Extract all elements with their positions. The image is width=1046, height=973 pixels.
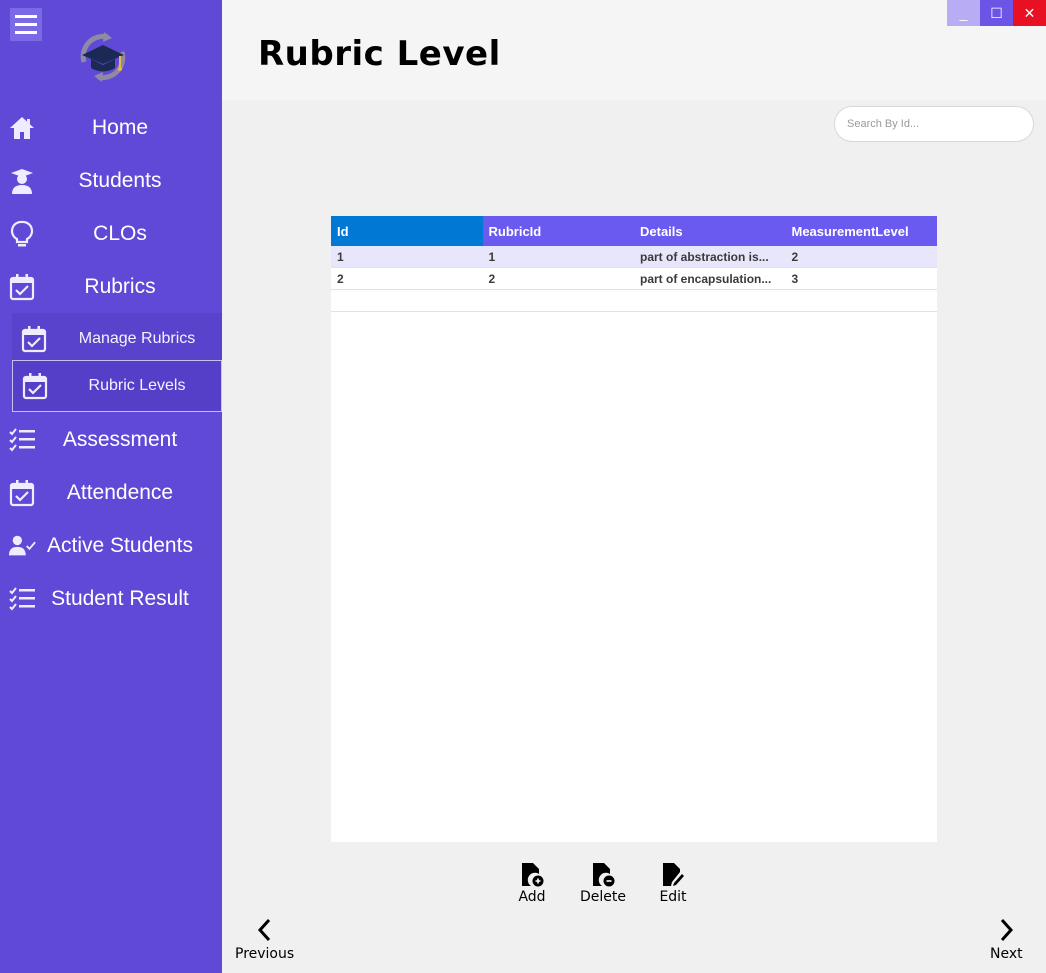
minimize-button[interactable]: _ <box>947 0 980 26</box>
sidebar-subitem-label: Rubric Levels <box>88 377 186 394</box>
sidebar-item-label: Students <box>78 169 162 192</box>
close-button[interactable]: ✕ <box>1013 0 1046 26</box>
column-header-rubricid[interactable]: RubricId <box>483 216 635 246</box>
sidebar-item-label: Home <box>91 116 149 139</box>
previous-button[interactable]: Previous <box>235 918 294 962</box>
hamburger-menu-button[interactable] <box>10 8 42 41</box>
window-controls: _ ☐ ✕ <box>947 0 1046 26</box>
sidebar: Home Students CLOs Rubrics Manage Rubric… <box>0 0 222 973</box>
table-cell: 2 <box>791 249 799 264</box>
table-cell: 2 <box>488 271 496 286</box>
table-cell: 2 <box>337 271 344 286</box>
sidebar-item-attendence[interactable]: Attendence <box>0 469 222 517</box>
file-edit-icon <box>659 862 687 888</box>
sidebar-item-label: Student Result <box>51 587 189 610</box>
table-row[interactable]: 1 1 part of abstraction is... 2 <box>331 246 937 268</box>
sidebar-item-label: Attendence <box>66 481 174 504</box>
delete-label: Delete <box>580 889 626 905</box>
graduation-cap-logo-icon <box>80 32 126 82</box>
sidebar-item-label: Rubrics <box>84 275 156 298</box>
page-header: Rubric Level _ ☐ ✕ <box>222 0 1046 100</box>
sidebar-item-label: CLOs <box>93 222 147 245</box>
previous-label: Previous <box>235 946 295 962</box>
sidebar-item-home[interactable]: Home <box>0 104 222 152</box>
sidebar-subitem-rubric-levels[interactable]: Rubric Levels <box>12 360 222 412</box>
table-cell: 1 <box>337 249 344 264</box>
maximize-button[interactable]: ☐ <box>980 0 1013 26</box>
calendar-check-icon <box>20 325 48 353</box>
page-title: Rubric Level <box>258 34 501 74</box>
column-header-id[interactable]: Id <box>331 216 483 246</box>
add-label: Add <box>518 889 546 905</box>
sidebar-item-clos[interactable]: CLOs <box>0 210 222 258</box>
table-cell: part of abstraction is... <box>640 249 769 264</box>
sidebar-item-rubrics[interactable]: Rubrics <box>0 263 222 311</box>
table-new-row[interactable] <box>331 290 937 312</box>
chevron-left-icon <box>257 918 270 942</box>
table-header: Id RubricId Details MeasurementLevel <box>331 216 937 246</box>
calendar-check-icon <box>21 372 49 400</box>
sidebar-item-assessment[interactable]: Assessment <box>0 416 222 464</box>
rubric-levels-table: Id RubricId Details MeasurementLevel 1 1… <box>331 216 937 842</box>
next-label: Next <box>990 946 1023 962</box>
file-remove-icon <box>589 862 617 888</box>
edit-button[interactable]: Edit <box>643 862 703 905</box>
delete-button[interactable]: Delete <box>573 862 633 905</box>
table-cell: 3 <box>791 271 799 286</box>
sidebar-item-students[interactable]: Students <box>0 157 222 205</box>
sidebar-item-student-result[interactable]: Student Result <box>0 575 222 623</box>
edit-label: Edit <box>659 889 687 905</box>
table-cell: 1 <box>488 249 496 264</box>
column-header-measurementlevel[interactable]: MeasurementLevel <box>786 216 938 246</box>
sidebar-item-label: Active Students <box>47 534 193 557</box>
sidebar-item-label: Assessment <box>62 428 178 451</box>
sidebar-subitem-manage-rubrics[interactable]: Manage Rubrics <box>12 313 222 365</box>
sidebar-subitem-label: Manage Rubrics <box>78 330 196 347</box>
chevron-right-icon <box>1001 918 1014 942</box>
next-button[interactable]: Next <box>990 918 1023 962</box>
file-add-icon <box>518 862 546 888</box>
search-input[interactable] <box>834 106 1034 142</box>
add-button[interactable]: Add <box>502 862 562 905</box>
column-header-details[interactable]: Details <box>634 216 786 246</box>
table-cell: part of encapsulation... <box>640 271 772 286</box>
sidebar-item-active-students[interactable]: Active Students <box>0 522 222 570</box>
table-row[interactable]: 2 2 part of encapsulation... 3 <box>331 268 937 290</box>
